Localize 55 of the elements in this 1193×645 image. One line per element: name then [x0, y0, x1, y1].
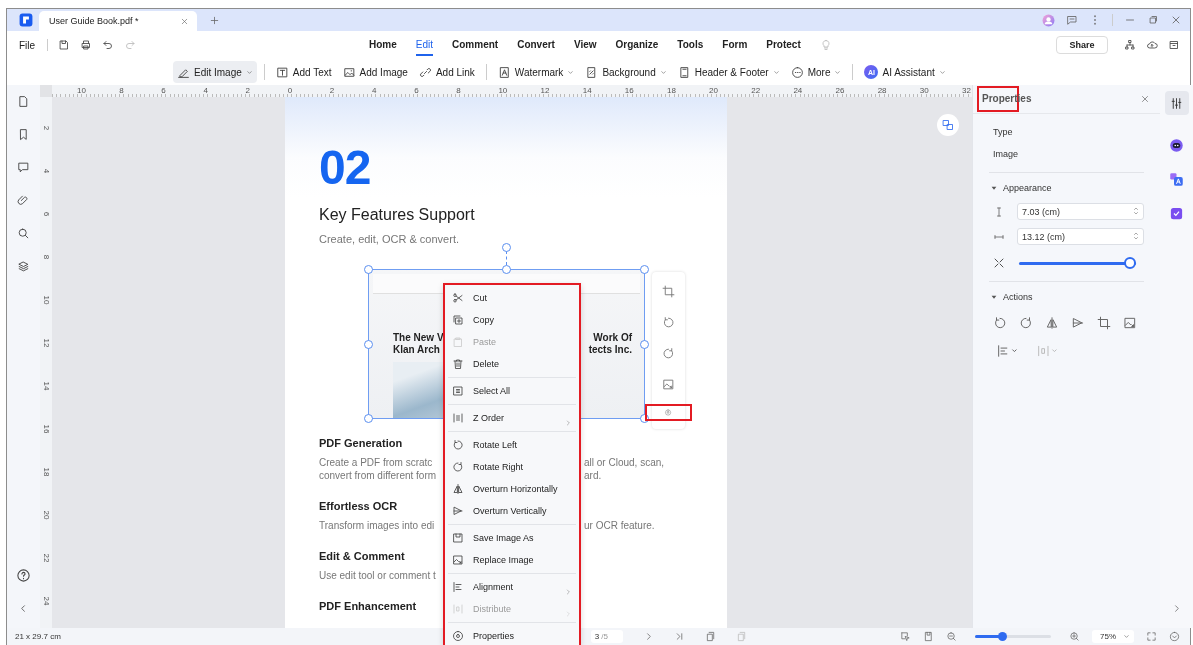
ruler-label: 14: [42, 381, 50, 390]
ruler-label: 18: [665, 85, 677, 97]
ruler-label: 2: [42, 125, 50, 130]
ruler-label: 4: [202, 85, 209, 97]
ruler-label: 22: [42, 553, 50, 562]
section-text: Create a PDF from scratc: [319, 456, 434, 469]
section-number: 02: [319, 140, 372, 191]
section-text: convert from different form: [319, 469, 438, 482]
ruler-label: 12: [539, 85, 551, 97]
section-title: Edit & Comment: [319, 549, 405, 563]
ruler-label: 32: [960, 85, 972, 97]
page-subtitle: Create, edit, OCR & convert.: [319, 233, 460, 246]
type-label: Type: [992, 126, 1014, 139]
ruler-label: 20: [708, 85, 719, 97]
image-caption: The New V: [393, 331, 444, 344]
ruler-label: 28: [876, 85, 888, 97]
ruler-label: 16: [623, 85, 635, 97]
section-text: ard.: [584, 469, 602, 482]
ruler-label: 18: [42, 467, 50, 476]
ruler-label: 0: [286, 85, 294, 97]
page-size: 21 x 29.7 cm: [15, 632, 61, 641]
ruler-label: 20: [42, 510, 50, 519]
ruler-label: 2: [328, 85, 336, 97]
ruler-label: 10: [497, 85, 509, 97]
ruler-label: 10: [76, 85, 87, 97]
ruler-label: 12: [42, 338, 50, 347]
ruler-label: 14: [581, 85, 593, 97]
section-title: Effortless OCR: [319, 499, 398, 513]
image-caption: tects Inc.: [588, 343, 632, 356]
ruler-label: 8: [118, 85, 125, 97]
ruler-label: 8: [42, 254, 50, 259]
ruler-label: 6: [42, 211, 50, 216]
image-caption: Work Of: [593, 331, 632, 344]
ruler-label: 16: [42, 424, 50, 433]
type-value: Image: [992, 148, 1019, 161]
section-text: Transform images into edi: [319, 519, 436, 532]
ruler-label: 4: [42, 168, 50, 173]
image-caption: Klan Arch: [393, 343, 441, 356]
ruler-label: 6: [160, 85, 167, 97]
section-title: PDF Generation: [319, 436, 403, 450]
ruler-label: 22: [750, 85, 762, 97]
ruler-label: 24: [42, 596, 50, 605]
ruler-label: 24: [792, 85, 804, 97]
section-text: all or Cloud, scan,: [584, 456, 665, 469]
ruler-label: 4: [371, 85, 378, 97]
ruler-label: 8: [455, 85, 462, 97]
section-text: Use edit tool or comment t: [319, 569, 437, 582]
section-text: ur OCR feature.: [584, 519, 655, 532]
ruler-label: 26: [834, 85, 846, 97]
ruler-label: 2: [244, 85, 251, 97]
ruler-label: 10: [42, 295, 50, 304]
page-heading: Key Features Support: [319, 206, 476, 224]
section-title: PDF Enhancement: [319, 599, 417, 613]
ruler-label: 6: [413, 85, 420, 97]
ruler-label: 30: [918, 85, 930, 97]
